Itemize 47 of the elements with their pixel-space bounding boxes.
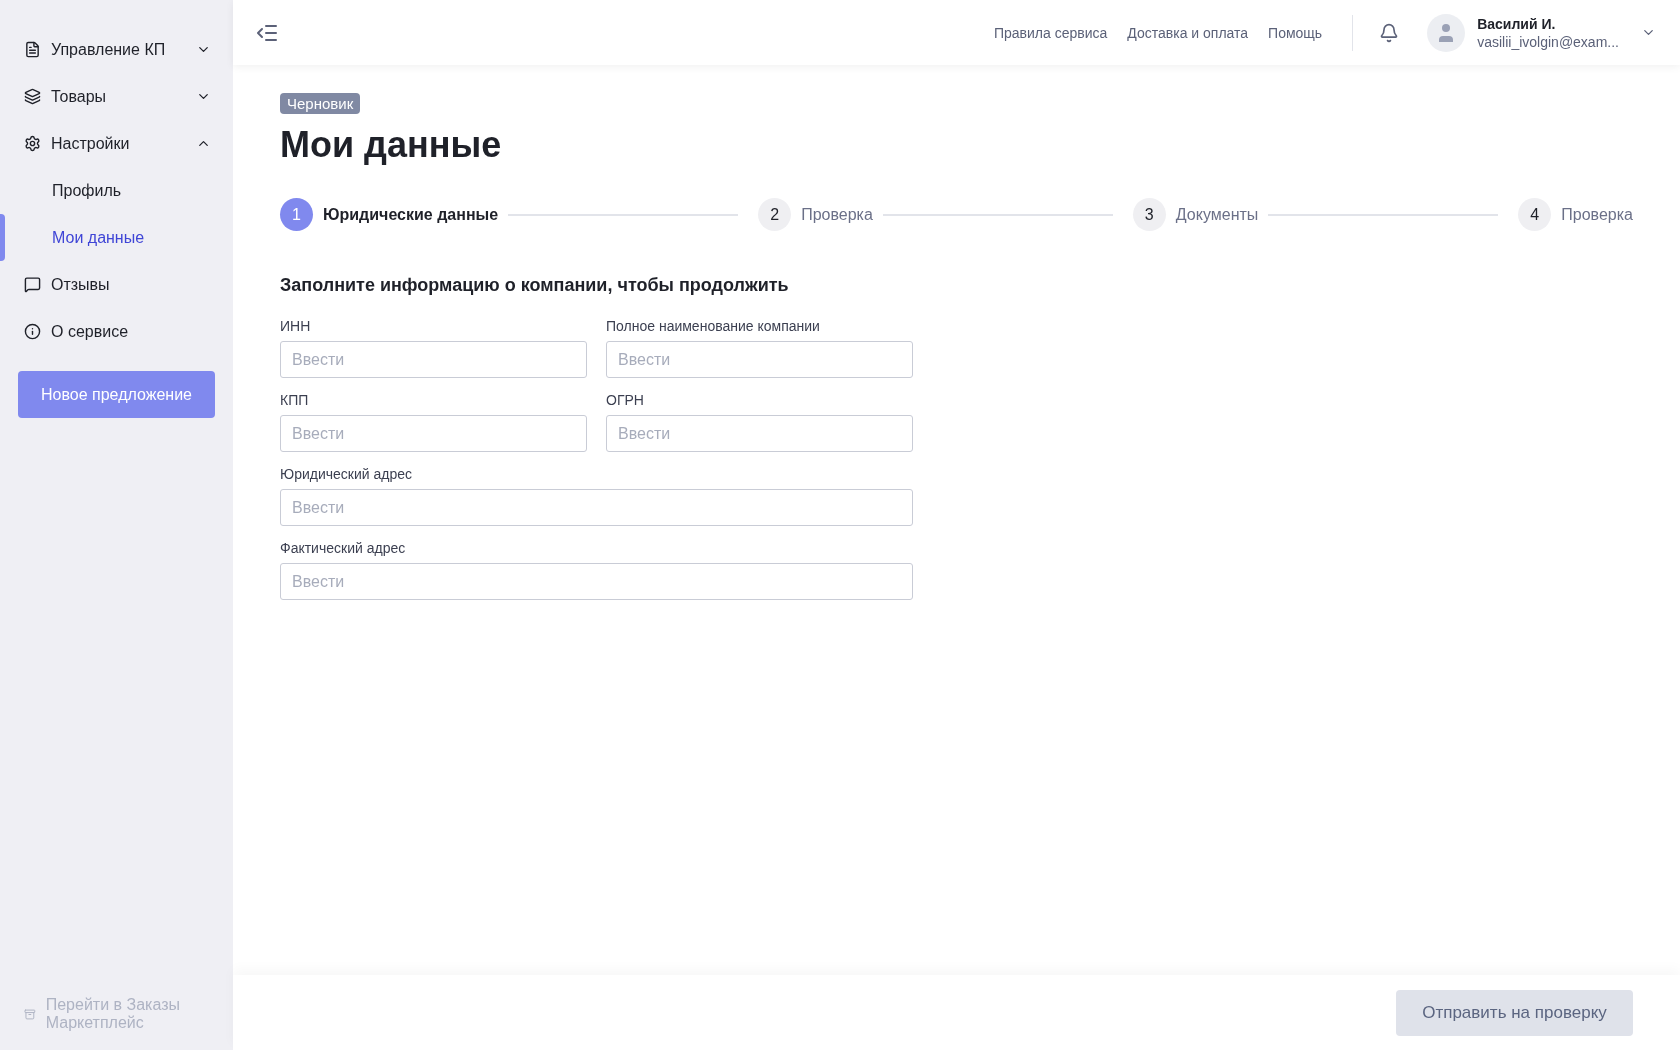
step[interactable]: 2 Проверка [758, 198, 873, 231]
input-field[interactable]: Ввести [606, 415, 913, 452]
field-label: КПП [280, 392, 310, 408]
input-field[interactable]: Ввести [280, 415, 587, 452]
field-label: Полное наименование компании [606, 318, 821, 334]
input-field[interactable]: Ввести [280, 341, 587, 378]
step-label: Юридические данные [323, 205, 499, 224]
step-label: Документы [1175, 205, 1259, 224]
user-name: Василий И. [1477, 15, 1557, 32]
step-label: Проверка [1561, 205, 1633, 224]
field-label: ОГРН [606, 392, 645, 408]
avatar [1427, 13, 1466, 52]
nav-item[interactable]: Настройки [0, 120, 233, 167]
header-link[interactable]: Доставка и оплата [1127, 24, 1249, 41]
step[interactable]: 3 Документы [1132, 198, 1259, 231]
nav-item[interactable]: Управление КП [0, 26, 233, 73]
input-field[interactable]: Ввести [280, 489, 913, 526]
step-number: 3 [1132, 198, 1166, 231]
header-link[interactable]: Правила сервиса [993, 24, 1108, 41]
nav-subitem[interactable]: Профиль [0, 167, 233, 214]
layers-icon [24, 88, 41, 105]
step-number: 4 [1518, 198, 1552, 231]
chat-icon [24, 276, 41, 293]
form-title: Заполните информацию о компании, чтобы продолжить [280, 275, 790, 296]
step[interactable]: 1 Юридические данные [280, 198, 499, 231]
info-icon [24, 323, 41, 340]
settings-icon [24, 135, 41, 152]
step-label: Проверка [801, 205, 873, 224]
document-icon [24, 41, 41, 58]
selection-indicator [0, 214, 5, 261]
step-number: 2 [758, 198, 792, 231]
user-email: vasilii_ivolgin@exam... [1477, 33, 1619, 50]
input-field[interactable]: Ввести [606, 341, 913, 378]
field-label: Юридический адрес [280, 466, 413, 482]
input-field[interactable]: Ввести [280, 563, 913, 600]
nav-item[interactable]: О сервисе [0, 308, 233, 355]
page-title: Мои данные [280, 124, 503, 166]
submit-button[interactable]: Отправить на проверку [1396, 989, 1633, 1036]
step-number: 1 [280, 198, 313, 231]
status-badge: Черновик [280, 93, 361, 114]
nav-item[interactable]: Отзывы [0, 261, 233, 308]
nav-subitem[interactable]: Мои данные [0, 214, 233, 261]
field-label: Фактический адрес [280, 540, 407, 556]
field-label: ИНН [280, 318, 312, 334]
nav-item[interactable]: Товары [0, 73, 233, 120]
step[interactable]: 4 Проверка [1518, 198, 1633, 231]
header-link[interactable]: Помощь [1268, 24, 1323, 41]
